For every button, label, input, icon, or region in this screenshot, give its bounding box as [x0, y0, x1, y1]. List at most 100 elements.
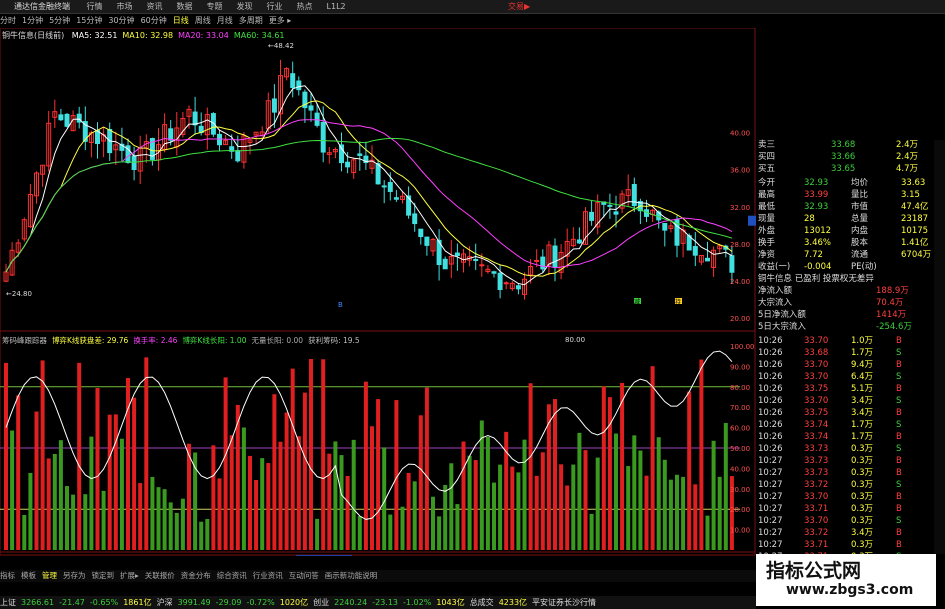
watermark-url: www.zbgs3.com — [786, 582, 914, 598]
indicator-tab[interactable]: 模板 — [21, 571, 36, 580]
candle — [393, 189, 399, 202]
flow-row: 净流入额 188.9万 — [756, 286, 931, 297]
menu-item[interactable]: 市场 — [117, 2, 133, 11]
sub-tab[interactable]: 关联报价 — [145, 571, 175, 580]
period-tab[interactable]: 30分钟 — [108, 16, 134, 25]
oscillator-bar — [327, 453, 332, 550]
sub-tab[interactable]: 扩展▸ — [120, 571, 139, 580]
menu-item[interactable]: 热点 — [297, 2, 313, 11]
period-tab[interactable]: 1分钟 — [22, 16, 43, 25]
index-value: 2240.24 — [334, 598, 368, 607]
tick-volume: 0.3万 — [851, 444, 874, 454]
tick-time: 10:26 — [758, 336, 783, 346]
period-tab[interactable]: 更多 ▸ — [269, 16, 292, 25]
sub-tab[interactable]: 行业资讯 — [253, 571, 283, 580]
candle — [711, 246, 717, 277]
candle — [3, 263, 9, 283]
oscillator-bar — [644, 475, 649, 550]
period-tab[interactable]: 日线 — [173, 16, 189, 25]
price-axis-tick: 20.00 — [730, 315, 750, 323]
flow-value: -254.6万 — [876, 322, 912, 332]
tick-row: 10:26 33.68 1.7万 S — [756, 348, 931, 359]
chart-canvas[interactable]: ←48.42 ←24.80 减 持 B 40.00 36.00 32.00 28.00 24.00… — [0, 28, 756, 556]
candle — [278, 59, 283, 128]
oscillator-bar — [174, 512, 179, 550]
period-tab[interactable]: 60分钟 — [141, 16, 167, 25]
tick-price: 33.74 — [804, 420, 829, 430]
menu-item[interactable]: 行情 — [87, 2, 103, 11]
stat-row: 收益(一) -0.004 PE(动) — [756, 262, 931, 273]
oscillator-legend-item: 博弈K线长阳: 1.00 — [182, 336, 247, 345]
stat-row: 今开 32.93 均价 33.63 — [756, 178, 931, 189]
stat-label: 收益(一) — [758, 262, 791, 272]
tick-price: 33.74 — [804, 432, 829, 442]
indicator-tab[interactable]: 管理 — [42, 571, 57, 580]
oscillator-bar — [339, 455, 344, 550]
tick-row: 10:26 33.70 1.0万 B — [756, 336, 931, 347]
stat-label: 现量 — [758, 214, 776, 224]
sub-tab[interactable]: 综合资讯 — [217, 571, 247, 580]
oscillator-legend-item: 博弈K线获盘差: 29.76 — [52, 336, 129, 345]
menu-item[interactable]: 数据 — [177, 2, 193, 11]
tick-side: B — [896, 408, 902, 418]
candle — [546, 240, 552, 276]
candle — [308, 92, 314, 122]
candle — [680, 223, 686, 258]
stat-value: 3.15 — [901, 190, 920, 200]
indicator-tab[interactable]: 锁定到 — [92, 571, 115, 580]
oscillator-bar — [345, 475, 350, 550]
tick-side: B — [896, 540, 902, 550]
tick-volume: 0.3万 — [851, 504, 874, 514]
candle — [576, 227, 582, 245]
candle — [76, 106, 82, 129]
tick-price: 33.73 — [804, 456, 829, 466]
menu-item[interactable]: 专题 — [207, 2, 223, 11]
indicator-tab[interactable]: 指标 — [0, 571, 15, 580]
period-tab[interactable]: 周线 — [195, 16, 211, 25]
oscillator-bar — [272, 394, 277, 550]
oscillator-bar — [650, 366, 655, 550]
menu-item[interactable]: 发现 — [237, 2, 253, 11]
oscillator-bar — [302, 392, 307, 550]
candle — [351, 157, 357, 179]
oscillator-bar — [34, 411, 39, 550]
indicator-tab[interactable]: 另存为 — [63, 571, 86, 580]
period-tab[interactable]: 月线 — [217, 16, 233, 25]
period-tab[interactable]: 多周期 — [239, 16, 263, 25]
menu-item[interactable]: L1L2 — [327, 2, 346, 11]
oscillator-bar — [296, 436, 301, 550]
oscillator-bar — [583, 450, 588, 550]
ask-label: 卖三 — [758, 140, 776, 150]
oscillator-bar — [553, 399, 557, 550]
ma20-line — [5, 119, 733, 273]
oscillator-bar — [156, 487, 161, 550]
period-tab[interactable]: 15分钟 — [76, 16, 102, 25]
candle — [137, 135, 143, 185]
candle — [381, 180, 387, 204]
tick-row: 10:27 33.70 0.3万 B — [756, 492, 931, 503]
index-name[interactable]: 沪深 — [157, 598, 173, 607]
period-tab[interactable]: 5分钟 — [49, 16, 70, 25]
oscillator-bar — [119, 438, 124, 550]
ma-legend-item: MA60: 34.61 — [233, 31, 285, 40]
oscillator-bar — [83, 494, 88, 550]
menu-item[interactable]: 资讯 — [147, 2, 163, 11]
trade-link[interactable]: 交易▶ — [508, 0, 530, 13]
candle — [418, 228, 424, 245]
tick-time: 10:26 — [758, 408, 783, 418]
oscillator-bar — [589, 513, 594, 550]
period-tab[interactable]: 分时 — [0, 16, 16, 25]
candle — [619, 190, 625, 214]
oscillator-bar — [461, 441, 466, 550]
index-name[interactable]: 创业 — [313, 598, 329, 607]
index-name[interactable]: 上证 — [0, 598, 16, 607]
stat-value: 33.63 — [901, 178, 926, 188]
tick-side: B — [896, 360, 902, 370]
sub-tab[interactable]: 资金分布 — [181, 571, 211, 580]
flow-value: 188.9万 — [876, 286, 909, 296]
sub-tab[interactable]: 互动问答 — [289, 571, 319, 580]
broker-label: 平安证券长沙行情 — [532, 598, 597, 607]
menu-item[interactable]: 行业 — [267, 2, 283, 11]
oscillator-bar — [723, 422, 728, 550]
sub-tab[interactable]: 画示新功能说明 — [325, 571, 378, 580]
